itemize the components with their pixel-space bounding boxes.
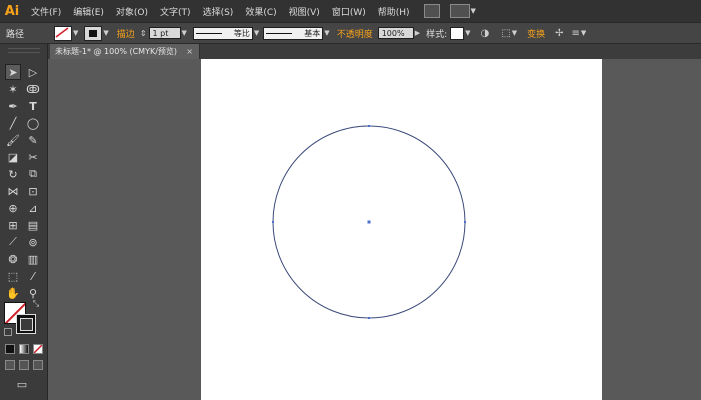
- swap-fill-stroke-icon[interactable]: ⤡: [31, 299, 41, 309]
- selection-type-label: 路径: [6, 29, 25, 40]
- scissors-tool-icon[interactable]: ✂: [25, 149, 41, 165]
- stroke-color-box[interactable]: [16, 314, 36, 334]
- pencil-tool-icon[interactable]: ✎: [25, 132, 41, 148]
- rotate-tool-icon[interactable]: ↻: [5, 166, 21, 182]
- screen-mode-icon[interactable]: ▭: [14, 376, 30, 392]
- isolate-icon[interactable]: ✢: [555, 28, 563, 39]
- chevron-down-icon[interactable]: ▼: [182, 29, 187, 37]
- chevron-down-icon[interactable]: ▶: [415, 29, 420, 37]
- gradient-tool-icon[interactable]: ▤: [25, 217, 41, 233]
- anchor-point-right[interactable]: [464, 221, 466, 223]
- document-tab-bar: 未标题-1* @ 100% (CMYK/预览) ×: [48, 44, 701, 59]
- recolor-artwork-icon[interactable]: ◑: [481, 28, 490, 39]
- gradient-mode-icon[interactable]: [19, 344, 29, 354]
- graphic-style-swatch[interactable]: [450, 26, 465, 40]
- scale-tool-icon[interactable]: ⧉: [25, 166, 41, 182]
- illustrator-logo: Ai: [4, 3, 20, 19]
- artwork-canvas: [272, 125, 466, 319]
- blob-brush-tool-icon[interactable]: ◪: [5, 149, 21, 165]
- profile-label: 等比: [233, 28, 250, 38]
- opacity-label[interactable]: 不透明度: [337, 27, 373, 40]
- chevron-down-icon[interactable]: ▼: [103, 29, 108, 37]
- document-tab-title: 未标题-1* @ 100% (CMYK/预览): [55, 47, 178, 56]
- document-tab[interactable]: 未标题-1* @ 100% (CMYK/预览) ×: [50, 44, 200, 59]
- menu-help[interactable]: 帮助(H): [378, 5, 410, 18]
- chevron-down-icon[interactable]: ▼: [73, 29, 78, 37]
- lasso-tool-icon[interactable]: ↂ: [25, 81, 41, 97]
- menu-select[interactable]: 选择(S): [203, 5, 234, 18]
- free-transform-tool-icon[interactable]: ⊡: [25, 183, 41, 199]
- transform-label[interactable]: 变换: [527, 27, 545, 40]
- opacity-field[interactable]: 100%: [377, 27, 414, 39]
- default-fill-stroke-icon[interactable]: [4, 328, 12, 336]
- column-graph-tool-icon[interactable]: ▥: [25, 251, 41, 267]
- chevron-down-icon[interactable]: ▼: [512, 29, 517, 37]
- stepper-icon[interactable]: ⇕: [140, 29, 147, 38]
- perspective-grid-tool-icon[interactable]: ⊿: [25, 200, 41, 216]
- panel-grip[interactable]: [8, 48, 40, 53]
- none-slash-icon: [33, 344, 43, 354]
- pen-tool-icon[interactable]: ✒: [5, 98, 21, 114]
- anchor-point-left[interactable]: [272, 221, 274, 223]
- menu-object[interactable]: 对象(O): [116, 5, 148, 18]
- stroke-swatch[interactable]: [84, 25, 103, 41]
- direct-selection-tool-icon[interactable]: ▷: [25, 64, 41, 80]
- chevron-down-icon[interactable]: ▼: [581, 29, 586, 37]
- align-icon[interactable]: ⬚: [501, 28, 510, 39]
- mesh-tool-icon[interactable]: ⊞: [5, 217, 21, 233]
- chevron-down-icon[interactable]: ▼: [254, 29, 259, 37]
- menu-view[interactable]: 视图(V): [289, 5, 320, 18]
- menu-window[interactable]: 窗口(W): [332, 5, 366, 18]
- artboard-tool-icon[interactable]: ⬚: [5, 268, 21, 284]
- paintbrush-tool-icon[interactable]: 🖌: [5, 132, 21, 148]
- eyedropper-tool-icon[interactable]: ⟋: [5, 234, 21, 250]
- symbol-sprayer-tool-icon[interactable]: ❂: [5, 251, 21, 267]
- chevron-down-icon[interactable]: ▼: [471, 7, 476, 15]
- draw-normal-icon[interactable]: [5, 360, 15, 370]
- width-tool-icon[interactable]: ⋈: [5, 183, 21, 199]
- line-segment-tool-icon[interactable]: ╱: [5, 115, 21, 131]
- draw-inside-icon[interactable]: [33, 360, 43, 370]
- menu-type[interactable]: 文字(T): [160, 5, 191, 18]
- bridge-icon[interactable]: [423, 4, 440, 18]
- stroke-label[interactable]: 描边: [117, 27, 135, 40]
- selection-tool-icon[interactable]: ➤: [5, 64, 21, 80]
- tools-panel: ➤ ▷ ✶ ↂ ✒ T ╱ ◯ 🖌 ✎ ◪ ✂ ↻ ⧉ ⋈ ⊡ ⊕ ⊿ ⊞ ▤ …: [0, 44, 48, 400]
- stroke-weight-field[interactable]: 1 pt: [148, 27, 181, 39]
- panel-menu-icon[interactable]: ≡: [572, 28, 580, 39]
- menu-file[interactable]: 文件(F): [31, 5, 61, 18]
- hand-tool-icon[interactable]: ✋: [5, 285, 21, 301]
- type-tool-icon[interactable]: T: [25, 98, 41, 114]
- brush-line-preview: [266, 32, 293, 34]
- anchor-point-bottom[interactable]: [368, 317, 370, 319]
- brush-definition[interactable]: 基本: [263, 26, 324, 40]
- fill-swatch[interactable]: [54, 25, 73, 41]
- stroke-line-preview: [195, 32, 222, 34]
- artboard[interactable]: [201, 59, 602, 400]
- arrange-documents-icon[interactable]: [449, 4, 470, 18]
- brush-label: 基本: [304, 28, 321, 38]
- center-point: [367, 220, 371, 224]
- menu-bar: Ai 文件(F) 编辑(E) 对象(O) 文字(T) 选择(S) 效果(C) 视…: [0, 0, 701, 22]
- magic-wand-tool-icon[interactable]: ✶: [5, 81, 21, 97]
- none-mode-icon[interactable]: [33, 344, 43, 354]
- menu-edit[interactable]: 编辑(E): [73, 5, 104, 18]
- no-fill-icon: [55, 26, 69, 38]
- control-bar: 路径 ▼ ▼ 描边 ⇕ 1 pt ▼ 等比 ▼ 基本 ▼ 不透明度 100% ▶…: [0, 22, 701, 44]
- chevron-down-icon[interactable]: ▼: [324, 29, 329, 37]
- color-mode-icon[interactable]: [5, 344, 15, 354]
- draw-behind-icon[interactable]: [19, 360, 29, 370]
- close-icon[interactable]: ×: [186, 44, 193, 59]
- blend-tool-icon[interactable]: ⊚: [25, 234, 41, 250]
- anchor-point-top[interactable]: [368, 125, 370, 127]
- variable-width-profile[interactable]: 等比: [192, 26, 253, 40]
- slice-tool-icon[interactable]: ⁄: [25, 268, 41, 284]
- shape-builder-tool-icon[interactable]: ⊕: [5, 200, 21, 216]
- menu-effect[interactable]: 效果(C): [245, 5, 276, 18]
- chevron-down-icon[interactable]: ▼: [465, 29, 470, 37]
- style-label: 样式:: [426, 29, 448, 40]
- ellipse-tool-icon[interactable]: ◯: [25, 115, 41, 131]
